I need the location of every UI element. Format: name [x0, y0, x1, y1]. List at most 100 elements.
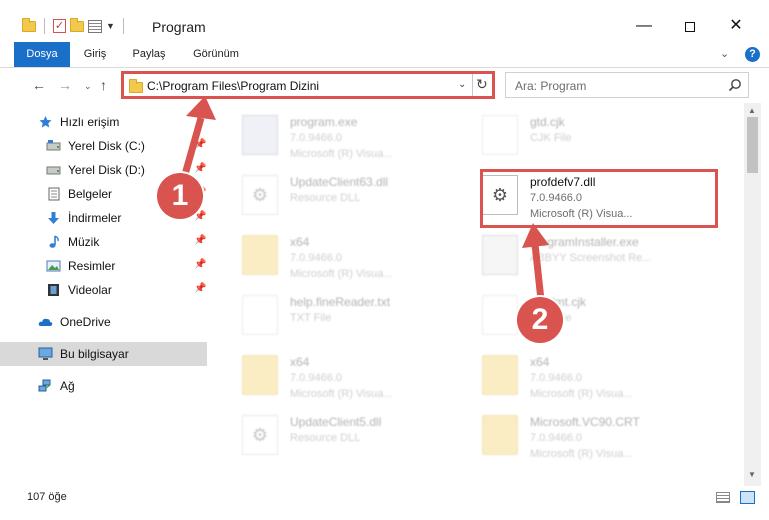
address-history-chevron-icon[interactable]: ⌄	[458, 79, 466, 90]
properties-check-icon[interactable]: ✓	[53, 19, 66, 33]
file-name: x64	[290, 355, 310, 369]
sidebar-item-label: Yerel Disk (D:)	[68, 163, 145, 177]
sidebar-item-music[interactable]: Müzik 📌	[0, 230, 207, 254]
file-name: help.fineReader.txt	[290, 295, 391, 309]
search-icon[interactable]	[728, 78, 742, 92]
tab-view[interactable]: Görünüm	[186, 42, 246, 67]
file-version: 7.0.9466.0	[290, 132, 342, 144]
tab-share[interactable]: Paylaş	[126, 42, 172, 67]
help-icon[interactable]: ?	[745, 47, 760, 62]
video-icon	[48, 284, 59, 296]
sidebar-item-onedrive[interactable]: OneDrive	[0, 310, 207, 334]
file-item[interactable]: programInstaller.exe ABBYY Screenshot Re…	[474, 225, 712, 283]
step-callout-1: 1	[157, 173, 203, 219]
recent-locations-chevron-icon[interactable]: ⌄	[84, 81, 92, 92]
file-item[interactable]: ⚙ UpdateClient5.dll Resource DLL	[234, 405, 472, 463]
file-version: 7.0.9466.0	[290, 372, 342, 384]
title-bar: ✓ ▼ Program — ✕	[0, 0, 769, 42]
file-item[interactable]: x64 7.0.9466.0 Microsoft (R) Visua...	[234, 225, 472, 283]
pin-icon[interactable]: 📌	[194, 139, 206, 150]
tab-home[interactable]: Giriş	[78, 42, 112, 67]
address-path[interactable]: C:\Program Files\Program Dizini	[147, 79, 319, 93]
file-type: Resource DLL	[290, 432, 361, 444]
sidebar-item-local-disk-c[interactable]: Yerel Disk (C:) 📌	[0, 134, 207, 158]
scroll-up-icon[interactable]: ▲	[748, 106, 756, 115]
pin-icon[interactable]: 📌	[194, 235, 206, 246]
dll-gear-icon: ⚙	[242, 175, 278, 215]
sidebar-item-label: Bu bilgisayar	[60, 347, 129, 361]
sidebar-item-this-pc[interactable]: Bu bilgisayar	[0, 342, 207, 366]
exe-icon	[242, 115, 278, 155]
file-description: Microsoft (R) Visua...	[290, 268, 393, 280]
file-item[interactable]: gtd.cjk CJK File	[474, 105, 712, 163]
close-button[interactable]: ✕	[713, 12, 759, 42]
file-item[interactable]: chtfilmt.cjk CJK File	[474, 285, 712, 343]
file-name: programInstaller.exe	[530, 235, 639, 249]
file-item[interactable]: x64 7.0.9466.0 Microsoft (R) Visua...	[234, 345, 472, 403]
sidebar-item-quick-access[interactable]: Hızlı erişim	[0, 110, 207, 134]
file-name: x64	[530, 355, 550, 369]
window-title: Program	[152, 19, 206, 35]
refresh-icon[interactable]: ↻	[476, 76, 488, 93]
file-description: Microsoft (R) Visua...	[530, 388, 633, 400]
installer-icon	[482, 235, 518, 275]
file-description: ABBYY Screenshot Re...	[530, 252, 652, 264]
sidebar-item-videos[interactable]: Videolar 📌	[0, 278, 207, 302]
file-item[interactable]: Microsoft.VC90.CRT 7.0.9466.0 Microsoft …	[474, 405, 712, 463]
scroll-thumb[interactable]	[747, 117, 758, 173]
file-item[interactable]: program.exe 7.0.9466.0 Microsoft (R) Vis…	[234, 105, 472, 163]
document-icon	[482, 295, 518, 335]
pin-icon[interactable]: 📌	[194, 283, 206, 294]
search-box[interactable]: Ara: Program	[505, 72, 749, 98]
file-name: UpdateClient5.dll	[290, 415, 382, 429]
file-name: gtd.cjk	[530, 115, 565, 129]
maximize-button[interactable]	[667, 12, 713, 42]
sidebar-item-pictures[interactable]: Resimler 📌	[0, 254, 207, 278]
sidebar-item-label: Belgeler	[68, 187, 113, 201]
properties-icon[interactable]	[88, 19, 102, 33]
sidebar-item-label: Hızlı erişim	[60, 115, 120, 129]
file-description: Microsoft (R) Visua...	[530, 448, 633, 460]
folder-icon	[482, 355, 518, 395]
address-separator	[472, 74, 473, 96]
documents-icon	[48, 187, 60, 201]
drive-icon	[46, 166, 61, 175]
address-bar[interactable]: C:\Program Files\Program Dizini ⌄ ↻	[121, 71, 495, 99]
file-type: TXT File	[290, 312, 332, 324]
file-name: program.exe	[290, 115, 358, 129]
new-folder-icon[interactable]	[70, 17, 84, 32]
tiles-view-icon[interactable]	[740, 491, 755, 504]
customize-toolbar-chevron-icon[interactable]: ▼	[106, 21, 115, 31]
minimize-button[interactable]: —	[621, 12, 667, 42]
file-item[interactable]: x64 7.0.9466.0 Microsoft (R) Visua...	[474, 345, 712, 403]
pin-icon[interactable]: 📌	[194, 163, 206, 174]
sidebar-item-label: Ağ	[60, 379, 75, 393]
forward-button[interactable]: →	[58, 77, 72, 93]
sidebar-item-label: Resimler	[68, 259, 116, 273]
file-item[interactable]: ⚙ UpdateClient63.dll Resource DLL	[234, 165, 472, 223]
expand-ribbon-chevron-icon[interactable]: ⌄	[720, 47, 729, 60]
sidebar-item-label: OneDrive	[60, 315, 111, 329]
details-view-icon[interactable]	[716, 492, 730, 503]
search-input[interactable]: Ara: Program	[515, 79, 586, 93]
folder-icon[interactable]	[22, 17, 36, 32]
pin-icon[interactable]: 📌	[194, 259, 206, 270]
sidebar-item-label: Müzik	[68, 235, 100, 249]
computer-icon	[38, 347, 53, 360]
file-version: 7.0.9466.0	[290, 252, 342, 264]
sidebar-item-network[interactable]: Ağ	[0, 374, 207, 398]
toolbar-separator	[44, 18, 45, 34]
file-name: Microsoft.VC90.CRT	[530, 415, 640, 429]
file-item[interactable]: help.fineReader.txt TXT File	[234, 285, 472, 343]
drive-icon	[46, 140, 61, 151]
sidebar-item-label: İndirmeler	[68, 211, 122, 225]
file-version: 7.0.9466.0	[530, 372, 582, 384]
step-callout-2: 2	[517, 297, 563, 343]
scroll-down-icon[interactable]: ▼	[748, 470, 756, 479]
quick-access-toolbar: ✓ ▼	[22, 17, 128, 34]
file-name: UpdateClient63.dll	[290, 175, 389, 189]
back-button[interactable]: ←	[32, 77, 46, 93]
vertical-scrollbar[interactable]: ▲ ▼	[744, 103, 761, 486]
tab-file[interactable]: Dosya	[14, 42, 70, 67]
up-button[interactable]: ↑	[100, 77, 107, 93]
